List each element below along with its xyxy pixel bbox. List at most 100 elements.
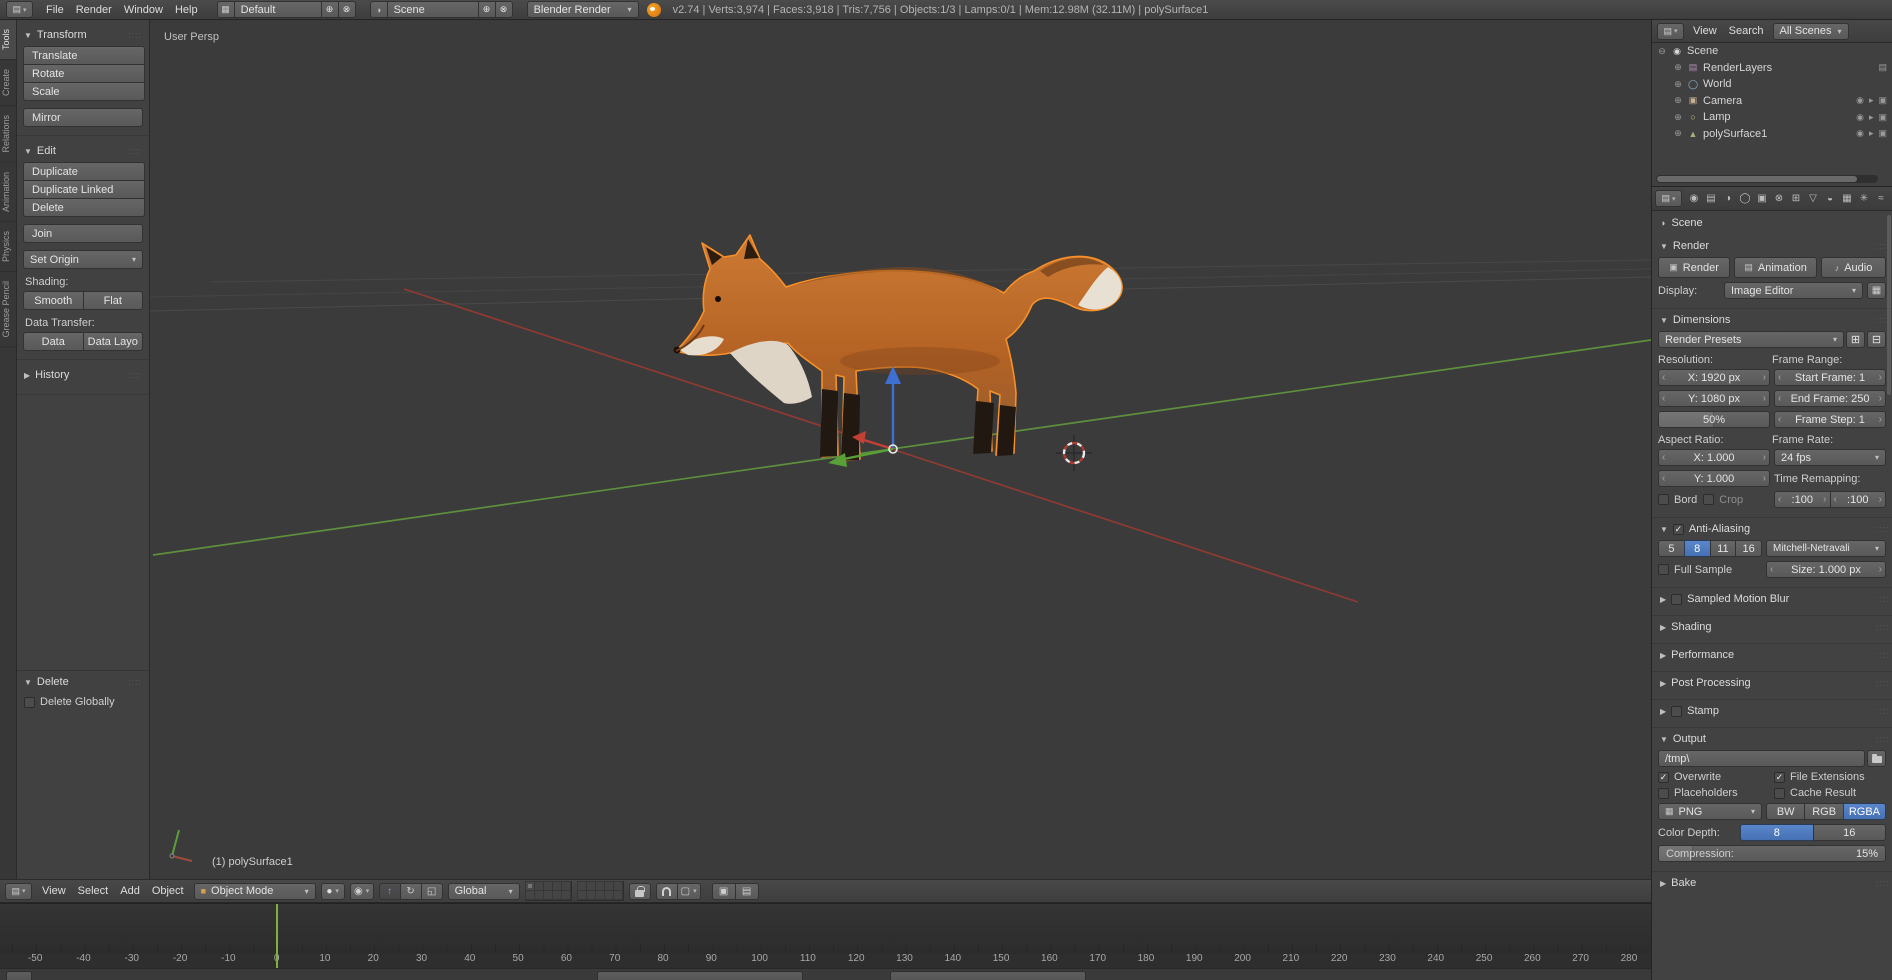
manipulator-scale-button[interactable]: ◱ bbox=[420, 882, 443, 900]
remove-preset-button[interactable]: ⊟ bbox=[1867, 331, 1886, 348]
renderability-camera-icon[interactable]: ▣ bbox=[1878, 128, 1887, 139]
performance-panel-header[interactable]: Performance bbox=[1652, 644, 1892, 666]
outliner-item-renderlayers[interactable]: ⊕ ▤ RenderLayers ▤ bbox=[1652, 60, 1892, 77]
color-depth-16-button[interactable]: 16 bbox=[1812, 824, 1886, 841]
add-scene-button[interactable]: ⊕ bbox=[477, 1, 496, 18]
browse-output-button[interactable] bbox=[1867, 750, 1886, 767]
layers-widget-left[interactable] bbox=[524, 881, 572, 901]
start-frame-field[interactable]: Start Frame: 1 bbox=[1774, 369, 1886, 386]
delete-scene-button[interactable]: ⊗ bbox=[494, 1, 513, 18]
tab-object-data[interactable] bbox=[1805, 189, 1821, 208]
post-processing-panel-header[interactable]: Post Processing bbox=[1652, 672, 1892, 694]
opengl-render-still-button[interactable]: ▣ bbox=[711, 882, 736, 900]
scene-name-field[interactable]: Scene bbox=[386, 1, 479, 18]
info-editor-type-button[interactable] bbox=[6, 1, 33, 18]
tab-scene[interactable] bbox=[1720, 189, 1736, 208]
outliner-item-lamp[interactable]: ⊕ ○ Lamp ◉ ▸ ▣ bbox=[1652, 109, 1892, 126]
tab-material[interactable] bbox=[1822, 189, 1838, 208]
manipulator-translate-button[interactable]: ↑ bbox=[378, 882, 401, 900]
render-audio-button[interactable]: ♪ Audio bbox=[1821, 257, 1886, 278]
join-button[interactable]: Join bbox=[23, 224, 143, 243]
outliner-menu-view[interactable]: View bbox=[1690, 25, 1720, 37]
collapse-icon[interactable]: ⊖ bbox=[1657, 46, 1667, 57]
channels-rgba-button[interactable]: RGBA bbox=[1842, 803, 1886, 820]
channels-rgb-button[interactable]: RGB bbox=[1804, 803, 1844, 820]
anti-aliasing-panel-header[interactable]: Anti-Aliasing bbox=[1652, 518, 1892, 540]
cache-result-option[interactable]: Cache Result bbox=[1774, 787, 1886, 799]
overwrite-option[interactable]: Overwrite bbox=[1658, 771, 1770, 783]
viewport-editor-type-button[interactable] bbox=[5, 882, 32, 900]
anti-aliasing-checkbox[interactable] bbox=[1672, 523, 1684, 535]
shade-flat-button[interactable]: Flat bbox=[82, 291, 143, 310]
expand-icon[interactable]: ⊕ bbox=[1673, 128, 1683, 139]
shading-panel-header[interactable]: Shading bbox=[1652, 616, 1892, 638]
aa-filter-dropdown[interactable]: Mitchell-Netravali bbox=[1766, 540, 1886, 557]
duplicate-linked-button[interactable]: Duplicate Linked bbox=[23, 180, 145, 199]
delete-screen-button[interactable]: ⊗ bbox=[337, 1, 356, 18]
frame-step-field[interactable]: Frame Step: 1 bbox=[1774, 411, 1886, 428]
file-format-dropdown[interactable]: ▦ PNG bbox=[1658, 803, 1762, 820]
duplicate-button[interactable]: Duplicate bbox=[23, 162, 145, 181]
viewport-menu-item[interactable]: Add bbox=[115, 885, 145, 897]
add-screen-button[interactable]: ⊕ bbox=[320, 1, 339, 18]
resolution-x-field[interactable]: X: 1920 px bbox=[1658, 369, 1770, 386]
frame-rate-dropdown[interactable]: 24 fps bbox=[1774, 449, 1886, 466]
outliner-display-filter-dropdown[interactable]: All Scenes bbox=[1772, 22, 1849, 40]
layers-widget-right[interactable] bbox=[576, 881, 624, 901]
viewport-3d[interactable]: User Persp (1) polySurface1 bbox=[150, 20, 1651, 879]
crop-option[interactable]: Crop bbox=[1703, 494, 1743, 506]
end-frame-field[interactable]: End Frame: 250 bbox=[1774, 390, 1886, 407]
viewport-menu-item[interactable]: Select bbox=[73, 885, 114, 897]
color-depth-8-button[interactable]: 8 bbox=[1740, 824, 1814, 841]
resolution-y-field[interactable]: Y: 1080 px bbox=[1658, 390, 1770, 407]
set-origin-dropdown[interactable]: Set Origin bbox=[23, 250, 143, 269]
compression-slider[interactable]: Compression: 15% bbox=[1658, 845, 1886, 862]
outliner-menu-search[interactable]: Search bbox=[1726, 25, 1767, 37]
selectability-arrow-icon[interactable]: ▸ bbox=[1869, 112, 1874, 123]
transform-panel-header[interactable]: Transform bbox=[22, 24, 144, 46]
opengl-render-anim-button[interactable]: ▤ bbox=[734, 882, 759, 900]
output-path-field[interactable]: /tmp\ bbox=[1658, 750, 1865, 767]
outliner-item-scene[interactable]: ⊖ ◉ Scene bbox=[1652, 43, 1892, 60]
data-transfer-data-button[interactable]: Data bbox=[23, 332, 84, 351]
remap-old-field[interactable]: :100 bbox=[1774, 491, 1831, 508]
header-menu-item[interactable]: Render bbox=[71, 4, 117, 16]
aa-samples-11-button[interactable]: 11 bbox=[1709, 540, 1737, 557]
timeline-ruler[interactable]: -50-40-30-20-100102030405060708090100110… bbox=[0, 952, 1651, 968]
mirror-button[interactable]: Mirror bbox=[23, 108, 143, 127]
expand-icon[interactable]: ⊕ bbox=[1673, 79, 1683, 90]
stamp-panel-header[interactable]: Stamp bbox=[1652, 700, 1892, 722]
full-sample-option[interactable]: Full Sample bbox=[1658, 564, 1762, 576]
tab-object[interactable] bbox=[1754, 189, 1770, 208]
output-panel-header[interactable]: Output bbox=[1652, 728, 1892, 750]
outliner-editor-type-button[interactable] bbox=[1657, 22, 1684, 40]
outliner-item-world[interactable]: ⊕ ◯ World bbox=[1652, 76, 1892, 93]
viewport-menu-item[interactable]: View bbox=[37, 885, 71, 897]
header-menu-item[interactable]: File bbox=[41, 4, 69, 16]
tab-physics[interactable] bbox=[1873, 189, 1889, 208]
header-menu-item[interactable]: Window bbox=[119, 4, 168, 16]
translate-button[interactable]: Translate bbox=[23, 46, 145, 65]
timeline-playback-widgets[interactable] bbox=[890, 971, 1086, 980]
tool-shelf-tab[interactable]: Physics bbox=[0, 221, 16, 272]
visibility-eye-icon[interactable]: ◉ bbox=[1856, 112, 1864, 123]
viewport-menu-item[interactable]: Object bbox=[147, 885, 189, 897]
expand-icon[interactable]: ⊕ bbox=[1673, 112, 1683, 123]
tab-particles[interactable] bbox=[1856, 189, 1872, 208]
shade-smooth-button[interactable]: Smooth bbox=[23, 291, 84, 310]
edit-panel-header[interactable]: Edit bbox=[22, 140, 144, 162]
timeline-editor[interactable]: -50-40-30-20-100102030405060708090100110… bbox=[0, 903, 1651, 980]
tab-texture[interactable] bbox=[1839, 189, 1855, 208]
properties-scrollbar[interactable] bbox=[1887, 215, 1891, 395]
renderability-camera-icon[interactable]: ▣ bbox=[1878, 112, 1887, 123]
tool-shelf-tab[interactable]: Create bbox=[0, 60, 16, 107]
tool-shelf-tab[interactable]: Tools bbox=[0, 20, 16, 61]
history-panel-header[interactable]: History bbox=[22, 364, 144, 386]
channels-bw-button[interactable]: BW bbox=[1766, 803, 1806, 820]
tool-shelf-tab[interactable]: Animation bbox=[0, 162, 16, 222]
outliner-horizontal-scrollbar[interactable] bbox=[1656, 175, 1878, 183]
tab-render-layers[interactable] bbox=[1703, 189, 1719, 208]
delete-button[interactable]: Delete bbox=[23, 198, 145, 217]
visibility-eye-icon[interactable]: ◉ bbox=[1856, 128, 1864, 139]
sampled-motion-blur-header[interactable]: Sampled Motion Blur bbox=[1652, 588, 1892, 610]
